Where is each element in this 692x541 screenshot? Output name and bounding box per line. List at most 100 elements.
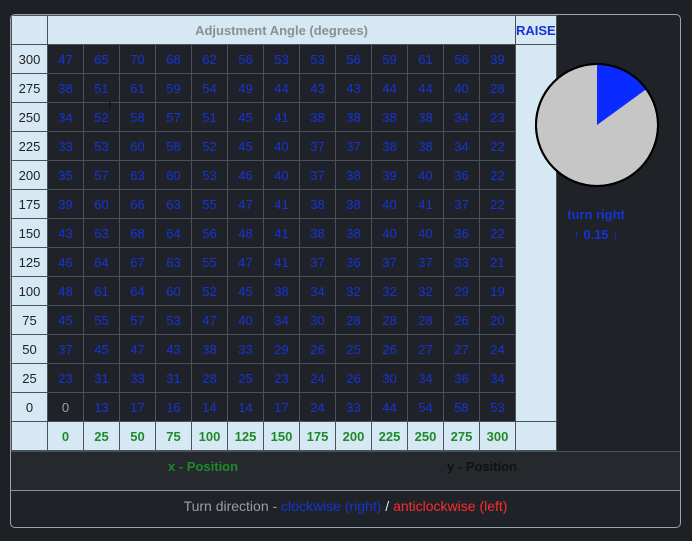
grid-cell[interactable]: 47 bbox=[227, 247, 264, 277]
grid-cell[interactable]: 38 bbox=[263, 276, 300, 306]
grid-cell[interactable]: 38 bbox=[335, 189, 372, 219]
grid-cell[interactable]: 47 bbox=[119, 334, 156, 364]
grid-cell[interactable]: 67 bbox=[119, 247, 156, 277]
grid-cell[interactable]: 37 bbox=[443, 189, 480, 219]
grid-cell[interactable]: 52 bbox=[191, 276, 228, 306]
grid-cell[interactable]: 55 bbox=[191, 189, 228, 219]
grid-cell[interactable]: 56 bbox=[227, 44, 264, 74]
grid-cell[interactable]: 51 bbox=[191, 102, 228, 132]
grid-cell[interactable]: 63 bbox=[119, 160, 156, 190]
grid-cell[interactable]: 57 bbox=[83, 160, 120, 190]
grid-cell[interactable]: 41 bbox=[263, 247, 300, 277]
grid-cell[interactable]: 44 bbox=[371, 73, 408, 103]
grid-cell[interactable]: 34 bbox=[47, 102, 84, 132]
grid-cell[interactable]: 44 bbox=[407, 73, 444, 103]
grid-cell[interactable]: 61 bbox=[83, 276, 120, 306]
grid-cell[interactable]: 0 bbox=[47, 392, 84, 422]
grid-cell[interactable]: 53 bbox=[191, 160, 228, 190]
grid-cell[interactable]: 37 bbox=[335, 131, 372, 161]
grid-cell[interactable]: 38 bbox=[335, 218, 372, 248]
grid-cell[interactable]: 47 bbox=[227, 189, 264, 219]
grid-cell[interactable]: 61 bbox=[119, 73, 156, 103]
grid-cell[interactable]: 32 bbox=[371, 276, 408, 306]
grid-cell[interactable]: 34 bbox=[479, 363, 516, 393]
grid-cell[interactable]: 23 bbox=[263, 363, 300, 393]
grid-cell[interactable]: 38 bbox=[371, 102, 408, 132]
grid-cell[interactable]: 60 bbox=[155, 276, 192, 306]
grid-cell[interactable]: 37 bbox=[407, 247, 444, 277]
grid-cell[interactable]: 14 bbox=[227, 392, 264, 422]
grid-cell[interactable]: 59 bbox=[371, 44, 408, 74]
grid-cell[interactable]: 45 bbox=[227, 131, 264, 161]
grid-cell[interactable]: 45 bbox=[227, 102, 264, 132]
grid-cell[interactable]: 38 bbox=[299, 218, 336, 248]
grid-cell[interactable]: 24 bbox=[299, 363, 336, 393]
grid-cell[interactable]: 36 bbox=[443, 160, 480, 190]
grid-cell[interactable]: 57 bbox=[155, 102, 192, 132]
grid-cell[interactable]: 63 bbox=[155, 189, 192, 219]
grid-cell[interactable]: 29 bbox=[443, 276, 480, 306]
grid-cell[interactable]: 54 bbox=[191, 73, 228, 103]
grid-cell[interactable]: 44 bbox=[371, 392, 408, 422]
grid-cell[interactable]: 52 bbox=[191, 131, 228, 161]
grid-cell[interactable]: 37 bbox=[299, 160, 336, 190]
grid-cell[interactable]: 24 bbox=[479, 334, 516, 364]
grid-cell[interactable]: 54 bbox=[407, 392, 444, 422]
grid-cell[interactable]: 38 bbox=[47, 73, 84, 103]
grid-cell[interactable]: 26 bbox=[299, 334, 336, 364]
grid-cell[interactable]: 31 bbox=[155, 363, 192, 393]
grid-cell[interactable]: 48 bbox=[227, 218, 264, 248]
grid-cell[interactable]: 43 bbox=[47, 218, 84, 248]
grid-cell[interactable]: 22 bbox=[479, 189, 516, 219]
grid-cell[interactable]: 41 bbox=[407, 189, 444, 219]
grid-cell[interactable]: 53 bbox=[479, 392, 516, 422]
grid-cell[interactable]: 70 bbox=[119, 44, 156, 74]
grid-cell[interactable]: 55 bbox=[191, 247, 228, 277]
grid-cell[interactable]: 34 bbox=[407, 363, 444, 393]
grid-cell[interactable]: 26 bbox=[443, 305, 480, 335]
grid-cell[interactable]: 40 bbox=[407, 160, 444, 190]
grid-cell[interactable]: 55 bbox=[83, 305, 120, 335]
grid-cell[interactable]: 38 bbox=[407, 102, 444, 132]
grid-cell[interactable]: 26 bbox=[335, 363, 372, 393]
grid-cell[interactable]: 56 bbox=[443, 44, 480, 74]
grid-cell[interactable]: 47 bbox=[47, 44, 84, 74]
grid-cell[interactable]: 22 bbox=[479, 160, 516, 190]
grid-cell[interactable]: 53 bbox=[299, 44, 336, 74]
grid-cell[interactable]: 45 bbox=[47, 305, 84, 335]
grid-cell[interactable]: 41 bbox=[263, 102, 300, 132]
grid-cell[interactable]: 40 bbox=[227, 305, 264, 335]
grid-cell[interactable]: 24 bbox=[299, 392, 336, 422]
grid-cell[interactable]: 59 bbox=[155, 73, 192, 103]
grid-cell[interactable]: 64 bbox=[83, 247, 120, 277]
grid-cell[interactable]: 58 bbox=[119, 102, 156, 132]
grid-cell[interactable]: 38 bbox=[335, 160, 372, 190]
grid-cell[interactable]: 32 bbox=[335, 276, 372, 306]
grid-cell[interactable]: 58 bbox=[443, 392, 480, 422]
grid-cell[interactable]: 28 bbox=[407, 305, 444, 335]
grid-cell[interactable]: 38 bbox=[299, 189, 336, 219]
grid-cell[interactable]: 21 bbox=[479, 247, 516, 277]
grid-cell[interactable]: 37 bbox=[47, 334, 84, 364]
grid-cell[interactable]: 60 bbox=[119, 131, 156, 161]
grid-cell[interactable]: 38 bbox=[371, 131, 408, 161]
grid-cell[interactable]: 25 bbox=[335, 334, 372, 364]
grid-cell[interactable]: 41 bbox=[263, 218, 300, 248]
grid-cell[interactable]: 46 bbox=[227, 160, 264, 190]
grid-cell[interactable]: 28 bbox=[191, 363, 228, 393]
grid-cell[interactable]: 37 bbox=[299, 131, 336, 161]
grid-cell[interactable]: 43 bbox=[299, 73, 336, 103]
grid-cell[interactable]: 40 bbox=[407, 218, 444, 248]
grid-cell[interactable]: 36 bbox=[335, 247, 372, 277]
grid-cell[interactable]: 40 bbox=[263, 131, 300, 161]
grid-cell[interactable]: 43 bbox=[335, 73, 372, 103]
grid-cell[interactable]: 29 bbox=[263, 334, 300, 364]
grid-cell[interactable]: 39 bbox=[47, 189, 84, 219]
grid-cell[interactable]: 25 bbox=[227, 363, 264, 393]
grid-cell[interactable]: 34 bbox=[299, 276, 336, 306]
grid-cell[interactable]: 37 bbox=[299, 247, 336, 277]
grid-cell[interactable]: 58 bbox=[155, 131, 192, 161]
grid-cell[interactable]: 44 bbox=[263, 73, 300, 103]
grid-cell[interactable]: 63 bbox=[83, 218, 120, 248]
grid-cell[interactable]: 35 bbox=[47, 160, 84, 190]
